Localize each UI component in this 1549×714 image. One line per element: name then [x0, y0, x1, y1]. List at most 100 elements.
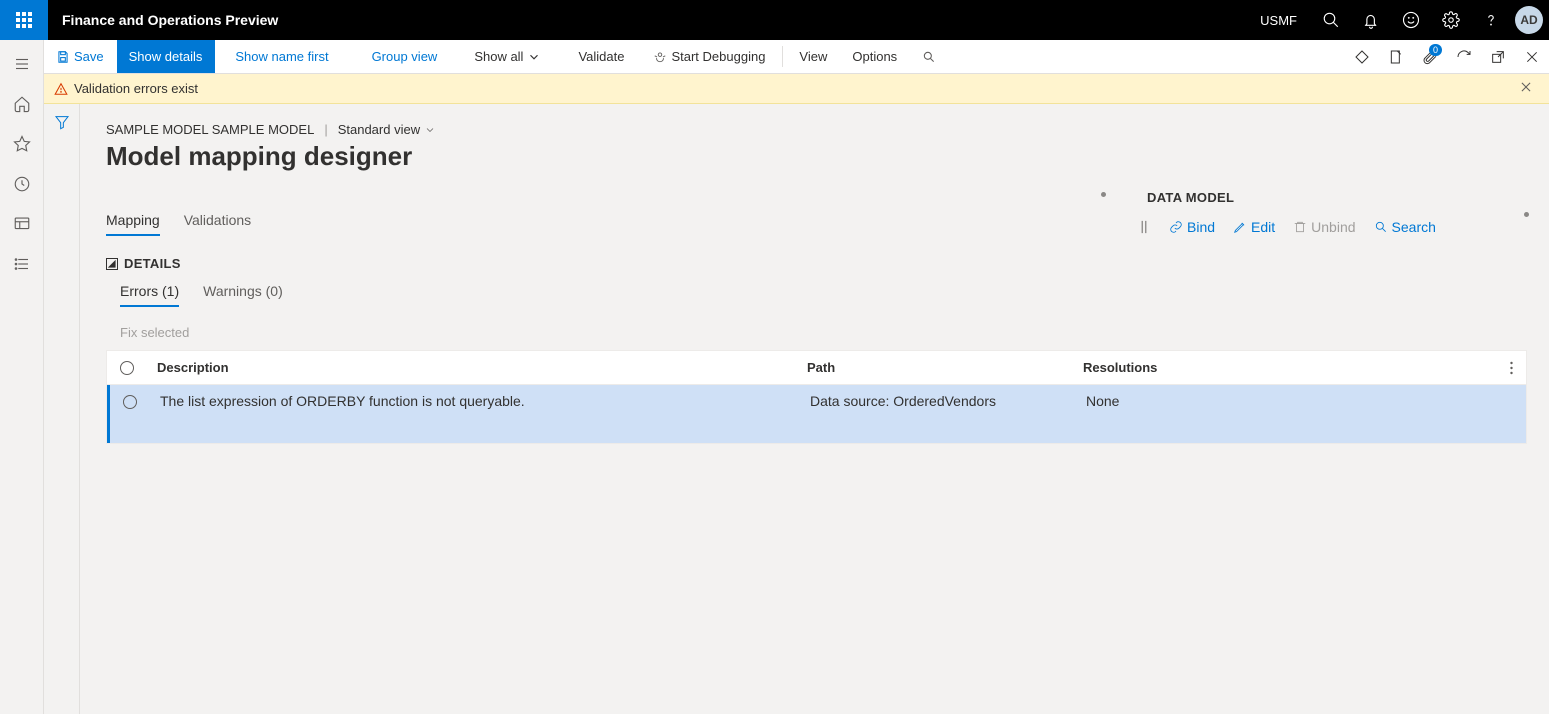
handle-dot-icon — [1524, 212, 1529, 217]
view-label: View — [799, 49, 827, 64]
bell-icon — [1362, 11, 1380, 29]
notifications-button[interactable] — [1351, 0, 1391, 40]
warning-icon — [54, 82, 68, 96]
export-button[interactable] — [1379, 40, 1413, 73]
row-path: Data source: OrderedVendors — [800, 393, 1076, 409]
show-details-button[interactable]: Show details — [117, 40, 216, 73]
page-title: Model mapping designer — [106, 141, 1527, 172]
app-title: Finance and Operations Preview — [48, 12, 292, 28]
trace-button[interactable] — [1345, 40, 1379, 73]
grid-row[interactable]: The list expression of ORDERBY function … — [107, 385, 1526, 443]
search-icon — [1322, 11, 1340, 29]
column-description[interactable]: Description — [147, 360, 797, 375]
details-section-header[interactable]: DETAILS — [106, 256, 1107, 271]
pencil-icon — [1233, 220, 1247, 234]
subtab-warnings[interactable]: Warnings (0) — [203, 283, 283, 307]
user-avatar[interactable]: AD — [1515, 6, 1543, 34]
feedback-button[interactable] — [1391, 0, 1431, 40]
handle-dot-icon — [1101, 192, 1106, 197]
show-details-label: Show details — [129, 49, 203, 64]
search-icon — [1374, 220, 1388, 234]
show-all-label: Show all — [474, 49, 523, 64]
diamond-icon — [1354, 49, 1370, 65]
errors-grid: Description Path Resolutions The list ex… — [106, 350, 1527, 444]
edit-button[interactable]: Edit — [1233, 219, 1275, 235]
row-resolutions: None — [1076, 393, 1496, 409]
bind-button[interactable]: Bind — [1169, 219, 1215, 235]
home-icon — [13, 95, 31, 113]
close-button[interactable] — [1515, 40, 1549, 73]
view-selector[interactable]: Standard view — [338, 122, 436, 137]
close-icon — [1524, 49, 1540, 65]
breadcrumb-divider: | — [324, 122, 327, 137]
find-button[interactable] — [910, 40, 949, 73]
more-vertical-icon — [1510, 361, 1513, 375]
search-icon — [922, 50, 936, 64]
grid-header: Description Path Resolutions — [107, 351, 1526, 385]
unbind-label: Unbind — [1311, 219, 1355, 235]
close-icon — [1519, 80, 1533, 94]
smile-icon — [1402, 11, 1420, 29]
banner-close-button[interactable] — [1519, 80, 1539, 97]
help-icon — [1482, 11, 1500, 29]
gear-icon — [1442, 11, 1460, 29]
filter-icon — [54, 114, 70, 130]
list-icon — [13, 255, 31, 273]
nav-favorites[interactable] — [0, 124, 44, 164]
options-menu[interactable]: Options — [840, 40, 910, 73]
view-menu[interactable]: View — [787, 40, 840, 73]
grid-menu-button[interactable] — [1496, 361, 1526, 375]
validation-message: Validation errors exist — [74, 81, 198, 96]
show-name-first-label: Show name first — [235, 49, 328, 64]
grab-handle-icon[interactable] — [1137, 220, 1151, 234]
save-button[interactable]: Save — [44, 40, 117, 73]
filter-panel-toggle[interactable] — [44, 104, 80, 714]
search-button[interactable]: Search — [1374, 219, 1436, 235]
start-debugging-label: Start Debugging — [671, 49, 765, 64]
page-out-icon — [1388, 49, 1404, 65]
trash-icon — [1293, 220, 1307, 234]
debug-icon — [653, 50, 667, 64]
link-icon — [1169, 220, 1183, 234]
collapse-icon — [106, 258, 118, 270]
data-model-pane: DATA MODEL Bind Edit Unbind Search — [1107, 190, 1527, 235]
refresh-button[interactable] — [1447, 40, 1481, 73]
select-all[interactable] — [107, 361, 147, 375]
clock-icon — [13, 175, 31, 193]
save-label: Save — [74, 49, 104, 64]
settings-button[interactable] — [1431, 0, 1471, 40]
popout-button[interactable] — [1481, 40, 1515, 73]
validate-button[interactable]: Validate — [566, 40, 637, 73]
help-button[interactable] — [1471, 0, 1511, 40]
nav-home[interactable] — [0, 84, 44, 124]
bind-label: Bind — [1187, 219, 1215, 235]
details-title: DETAILS — [124, 256, 181, 271]
column-path[interactable]: Path — [797, 360, 1073, 375]
attachments-button[interactable]: 0 — [1413, 40, 1447, 73]
search-button[interactable] — [1311, 0, 1351, 40]
nav-recent[interactable] — [0, 164, 44, 204]
fix-selected-button[interactable]: Fix selected — [120, 325, 1107, 340]
command-bar: Save Show details Show name first Group … — [44, 40, 1549, 74]
refresh-icon — [1456, 49, 1472, 65]
view-name: Standard view — [338, 122, 420, 137]
popout-icon — [1490, 49, 1506, 65]
show-all-dropdown[interactable]: Show all — [462, 40, 554, 73]
app-launcher-button[interactable] — [0, 0, 48, 40]
tab-validations[interactable]: Validations — [184, 212, 251, 236]
tab-mapping[interactable]: Mapping — [106, 212, 160, 236]
nav-hamburger[interactable] — [0, 44, 44, 84]
nav-modules[interactable] — [0, 244, 44, 284]
nav-workspaces[interactable] — [0, 204, 44, 244]
validate-label: Validate — [578, 49, 624, 64]
waffle-icon — [16, 12, 32, 28]
start-debugging-button[interactable]: Start Debugging — [641, 40, 778, 73]
row-select[interactable] — [110, 393, 150, 409]
group-view-label: Group view — [372, 49, 438, 64]
show-name-first-button[interactable]: Show name first — [223, 40, 341, 73]
column-resolutions[interactable]: Resolutions — [1073, 360, 1496, 375]
company-label[interactable]: USMF — [1246, 13, 1311, 28]
options-label: Options — [852, 49, 897, 64]
subtab-errors[interactable]: Errors (1) — [120, 283, 179, 307]
group-view-button[interactable]: Group view — [360, 40, 451, 73]
